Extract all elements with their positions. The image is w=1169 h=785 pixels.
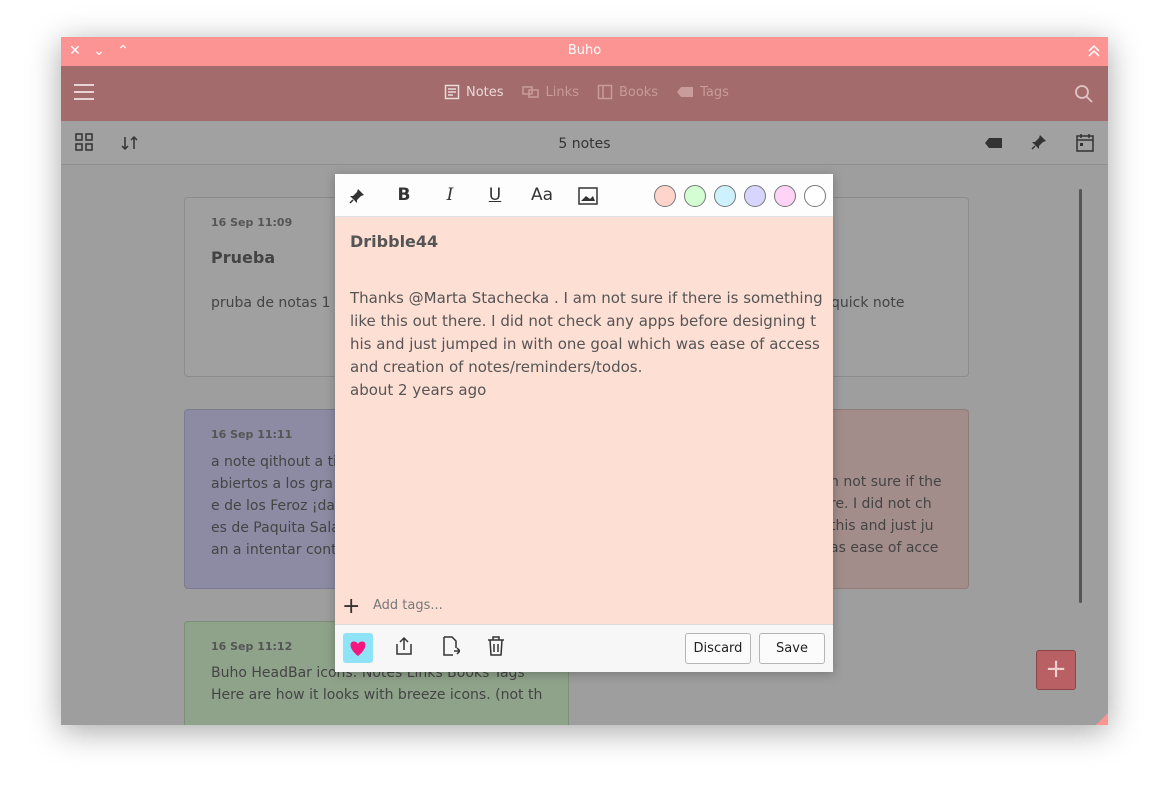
delete-button[interactable] [487,636,505,660]
trash-icon [488,636,504,656]
favorite-button[interactable] [343,633,373,663]
notes-toolbar: 5 notes [61,121,1108,165]
tab-tags[interactable]: Tags [676,84,729,100]
color-swatch-white[interactable] [804,185,826,207]
tags-bar: + Add tags... [335,592,833,624]
share-icon [396,636,412,655]
notes-icon [444,84,460,100]
pin-note-button[interactable] [348,185,366,207]
links-icon [521,86,539,98]
hamburger-menu-icon[interactable] [74,84,94,100]
pin-filter-icon[interactable] [1030,133,1048,155]
search-icon[interactable] [1074,84,1094,108]
pin-icon [349,189,364,204]
share-button[interactable] [395,636,413,660]
resize-grip[interactable] [1096,713,1108,725]
underline-button[interactable]: U [486,185,504,207]
file-export-icon [443,636,462,656]
save-button[interactable]: Save [759,633,825,664]
editor-toolbar: B I U Aa [335,174,833,217]
note-body: n not sure if the re. I did not ch this … [830,474,942,556]
note-body: pruba de notas 1 [211,295,331,311]
double-chevron-up-icon [1088,44,1100,57]
color-swatch-green[interactable] [684,185,706,207]
note-date: 16 Sep 11:11 [211,428,293,441]
title-bar: ✕ ⌄ ⌃ Buho [61,37,1108,66]
font-size-button[interactable]: Aa [530,185,554,207]
note-editor-dialog: B I U Aa Dribble44 Thanks @Marta Stachec… [335,174,833,672]
notes-count: 5 notes [558,136,611,152]
books-icon [597,84,613,100]
head-bar: Notes Links Books Tags [61,66,1108,121]
note-body: a note qithout a ti abiertos a los gra e… [211,454,340,558]
heart-icon [350,641,366,656]
color-swatch-peach[interactable] [654,185,676,207]
tab-notes-label: Notes [466,84,504,100]
bold-button[interactable]: B [395,185,413,207]
discard-button[interactable]: Discard [685,633,751,664]
note-body: quick note [831,295,905,311]
calendar-icon[interactable] [1075,133,1095,157]
tab-books-label: Books [618,84,659,100]
note-date: 16 Sep 11:12 [211,640,293,653]
note-date: 16 Sep 11:09 [211,216,293,229]
tag-filter-icon[interactable] [984,135,1004,154]
tab-links[interactable]: Links [521,84,579,100]
window-title: Buho [567,43,602,58]
view-switcher: Notes Links Books Tags [444,84,729,100]
tab-books[interactable]: Books [597,84,658,100]
tags-input[interactable]: Add tags... [373,598,443,613]
tab-notes[interactable]: Notes [444,84,504,100]
image-icon [578,187,598,205]
keep-above-button[interactable] [1086,43,1102,59]
note-title: Prueba [211,248,276,267]
tab-tags-label: Tags [700,84,729,100]
note-title-field[interactable]: Dribble44 [350,232,438,251]
tags-icon [677,87,694,97]
tab-links-label: Links [545,84,579,100]
note-body-editor[interactable]: Thanks @Marta Stachecka . I am not sure … [350,287,823,402]
scrollbar[interactable] [1079,189,1082,603]
color-swatch-pink[interactable] [774,185,796,207]
insert-image-button[interactable] [578,185,598,207]
new-note-button[interactable]: + [1036,650,1076,690]
italic-button[interactable]: I [441,185,459,207]
editor-footer: Discard Save [335,624,833,672]
add-tag-icon[interactable]: + [342,594,360,619]
export-button[interactable] [442,636,462,660]
color-swatch-blue[interactable] [714,185,736,207]
color-swatch-lavender[interactable] [744,185,766,207]
